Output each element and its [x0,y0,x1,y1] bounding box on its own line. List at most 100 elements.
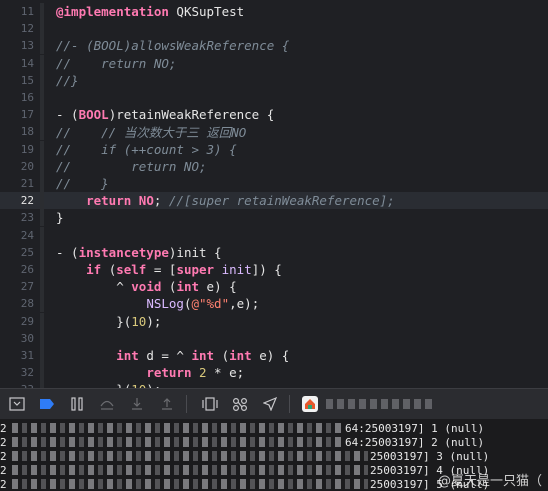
code-line[interactable]: 12 [0,20,548,38]
console-redacted [12,451,368,461]
line-number[interactable]: 19 [0,143,34,156]
step-out-icon[interactable] [154,392,180,416]
gutter-strip [40,106,44,124]
code-line[interactable]: 27 ^ void (int e) { [0,278,548,296]
gutter-strip [40,312,44,330]
line-number[interactable]: 16 [0,91,34,104]
app-target-icon[interactable] [302,396,318,412]
code-line[interactable]: 15 //} [0,71,548,89]
gutter-strip [40,329,44,347]
line-number[interactable]: 29 [0,315,34,328]
line-number[interactable]: 13 [0,39,34,52]
line-number[interactable]: 18 [0,125,34,138]
console-redacted [12,437,343,447]
gutter-strip [40,381,44,388]
code-editor[interactable]: 11 @implementation QKSupTest 12 13 //- (BOOL… [0,0,548,388]
code-line[interactable]: 28 NSLog(@"%d",e); [0,295,548,313]
code-line[interactable]: 29 }(10); [0,312,548,330]
line-number[interactable]: 21 [0,177,34,190]
code-line[interactable]: 21 // } [0,175,548,192]
line-number[interactable]: 28 [0,297,34,310]
line-number[interactable]: 26 [0,263,34,276]
code-token: // } [56,176,109,191]
hide-debug-area-icon[interactable] [4,392,30,416]
code-token: int [116,348,139,363]
pause-continue-icon[interactable] [64,392,90,416]
code-line[interactable]: 31 int d = ^ int (int e) { [0,347,548,364]
code-token: // return NO; [56,55,177,71]
line-number[interactable]: 22 [0,194,34,207]
console-output[interactable]: 2 64:25003197] 1 (null) 2 64:25003197] 2 (n… [0,419,548,491]
simulate-location-icon[interactable] [257,392,283,416]
step-over-icon[interactable] [94,392,120,416]
code-text: }(10); [56,314,161,329]
console-redacted [12,479,368,489]
line-number[interactable]: 20 [0,160,34,173]
line-number[interactable]: 15 [0,74,34,87]
console-redacted [12,423,343,433]
code-line[interactable]: 33 }(10); [0,381,548,388]
code-line[interactable]: 18 // // 当次数大于三 返回NO [0,123,548,141]
line-number[interactable]: 23 [0,211,34,224]
line-number[interactable]: 32 [0,366,34,379]
toolbar-divider [186,395,187,413]
gutter-strip [40,243,44,261]
code-line[interactable]: 11 @implementation QKSupTest [0,3,548,20]
code-text: } [56,210,64,225]
line-number[interactable]: 12 [0,22,34,35]
console-line: 2 64:25003197] 2 (null) [0,435,548,449]
line-number[interactable]: 31 [0,349,34,362]
code-token: - ( [56,107,79,123]
code-text: // if (++count > 3) { [56,142,237,157]
gutter-strip [40,278,44,296]
code-token: 10 [131,313,147,329]
code-line[interactable]: 26 if (self = [super init]) { [0,261,548,278]
code-line[interactable]: 22 return NO; //[super retainWeakReferen… [0,192,548,210]
step-into-icon[interactable] [124,392,150,416]
line-number[interactable]: 30 [0,332,34,345]
code-line[interactable]: 16 [0,89,548,106]
line-number[interactable]: 25 [0,246,34,259]
code-text: // return NO; [56,56,176,71]
code-line[interactable]: 17 - (BOOL)retainWeakReference { [0,106,548,124]
code-line[interactable]: 23} [0,209,548,227]
line-number[interactable]: 17 [0,108,34,121]
console-message: 64:25003197] 2 (null) [345,435,485,449]
memory-graph-icon[interactable] [227,392,253,416]
code-text: NSLog(@"%d",e); [56,296,259,311]
target-name-blurred [326,399,436,409]
console-line: 2 64:25003197] 1 (null) [0,421,548,435]
code-line[interactable]: 32 return 2 * e; [0,364,548,382]
code-token: e) { [199,279,237,295]
code-token: = [ [146,262,177,277]
code-line[interactable]: 19 // if (++count > 3) { [0,140,548,158]
code-token: - ( [56,244,79,260]
code-line[interactable]: 24 [0,226,548,244]
code-line[interactable]: 14 // return NO; [0,54,548,72]
code-token: instancetype [78,244,169,260]
code-text: return NO; //[super retainWeakReference]… [56,193,395,208]
view-hierarchy-icon[interactable] [197,392,223,416]
breakpoints-toggle-icon[interactable] [34,392,60,416]
code-token: // return NO; [56,158,207,174]
code-line[interactable]: 20 // return NO; [0,157,548,175]
console-redacted [12,465,368,475]
gutter-strip [40,3,44,20]
code-token: return [146,365,192,381]
code-token: ( [161,279,177,295]
code-line[interactable]: 30 [0,329,548,347]
code-line[interactable]: 25 - (instancetype)init { [0,243,548,261]
code-text: //- (BOOL)allowsWeakReference { [56,38,289,53]
console-prefix: 2 [0,449,7,463]
code-text: int d = ^ int (int e) { [56,348,289,363]
code-token: ]) { [251,262,282,277]
code-line[interactable]: 13 //- (BOOL)allowsWeakReference { [0,37,548,55]
line-number[interactable]: 14 [0,57,34,70]
line-number[interactable]: 24 [0,229,34,242]
console-message: 25003197] 3 (null) [370,449,490,463]
line-number[interactable]: 27 [0,280,34,293]
gutter-strip [40,347,44,364]
line-number[interactable]: 11 [0,5,34,18]
